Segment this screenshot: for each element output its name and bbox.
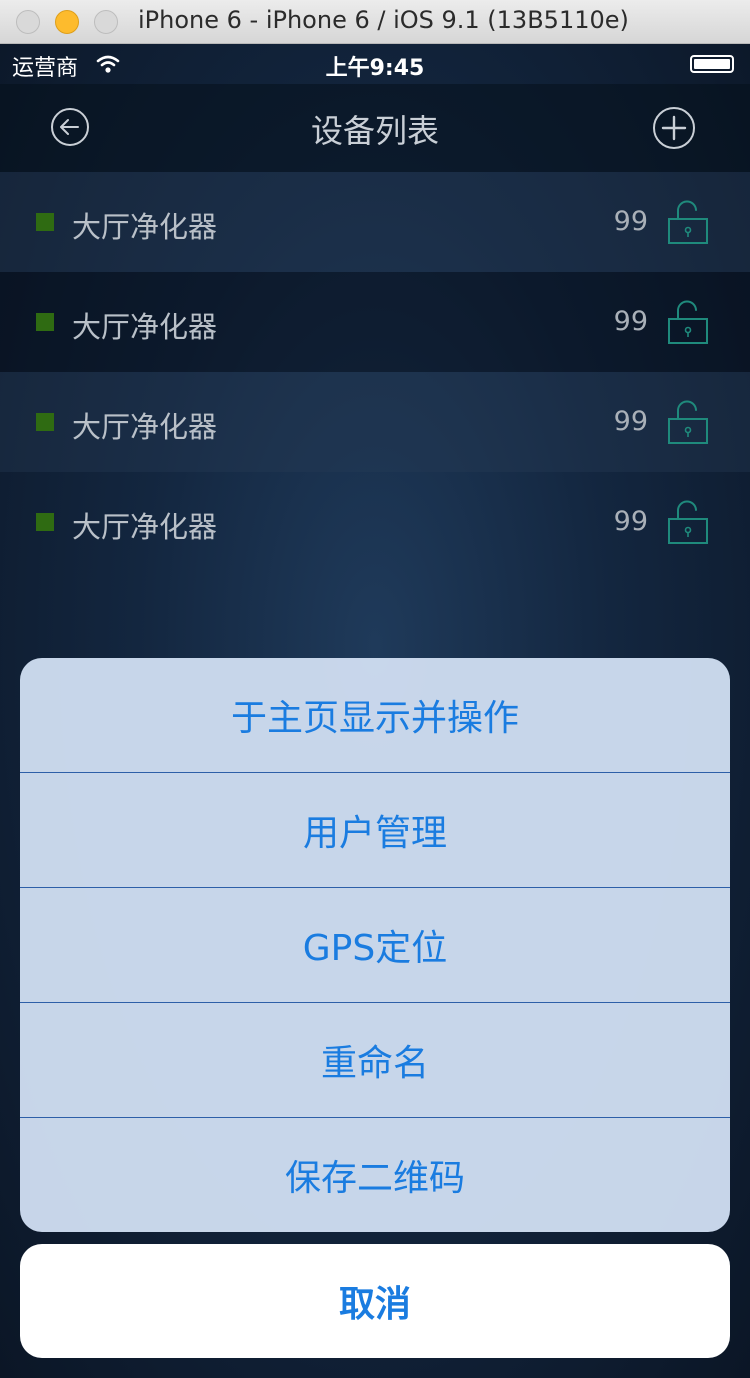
device-count: 99 (613, 506, 648, 537)
page-title: 设备列表 (310, 112, 439, 150)
device-name: 大厅净化器 (72, 410, 218, 444)
device-status-indicator (36, 313, 54, 331)
device-name: 大厅净化器 (72, 310, 218, 344)
window-close-button[interactable] (16, 10, 40, 34)
device-list: 大厅净化器 99 大厅净化器 99 大厅净化器 99 大厅净化器 99 (0, 172, 750, 572)
plus-circle-icon[interactable] (652, 106, 696, 150)
status-time: 上午9:45 (325, 56, 425, 81)
device-name: 大厅净化器 (72, 510, 218, 544)
window-zoom-button[interactable] (94, 10, 118, 34)
user-management-button[interactable]: 用户管理 (20, 772, 730, 887)
device-status-indicator (36, 213, 54, 231)
battery-icon (690, 55, 734, 73)
simulator-window: iPhone 6 - iPhone 6 / iOS 9.1 (13B5110e)… (0, 0, 750, 1378)
unlock-icon[interactable] (666, 299, 710, 345)
device-row[interactable]: 大厅净化器 99 (0, 172, 750, 272)
device-count: 99 (613, 206, 648, 237)
action-sheet: 于主页显示并操作 用户管理 GPS定位 重命名 保存二维码 (20, 658, 730, 1232)
device-row[interactable]: 大厅净化器 99 (0, 272, 750, 372)
window-titlebar: iPhone 6 - iPhone 6 / iOS 9.1 (13B5110e) (0, 0, 750, 44)
device-name: 大厅净化器 (72, 210, 218, 244)
phone-screen: 运营商 上午9:45 设备列表 大厅净化器 99 大厅净化器 99 大厅净化器 … (0, 44, 750, 1378)
device-row[interactable]: 大厅净化器 99 (0, 372, 750, 472)
unlock-icon[interactable] (666, 399, 710, 445)
navigation-bar: 设备列表 (0, 84, 750, 172)
window-title: iPhone 6 - iPhone 6 / iOS 9.1 (13B5110e) (138, 6, 629, 34)
device-row[interactable]: 大厅净化器 99 (0, 472, 750, 572)
save-qrcode-button[interactable]: 保存二维码 (20, 1117, 730, 1232)
cancel-button[interactable]: 取消 (20, 1244, 730, 1358)
device-count: 99 (613, 406, 648, 437)
gps-location-button[interactable]: GPS定位 (20, 887, 730, 1002)
unlock-icon[interactable] (666, 499, 710, 545)
device-status-indicator (36, 413, 54, 431)
rename-button[interactable]: 重命名 (20, 1002, 730, 1117)
show-on-home-button[interactable]: 于主页显示并操作 (20, 658, 730, 772)
device-status-indicator (36, 513, 54, 531)
window-minimize-button[interactable] (55, 10, 79, 34)
status-bar: 运营商 上午9:45 (0, 44, 750, 84)
device-count: 99 (613, 306, 648, 337)
unlock-icon[interactable] (666, 199, 710, 245)
